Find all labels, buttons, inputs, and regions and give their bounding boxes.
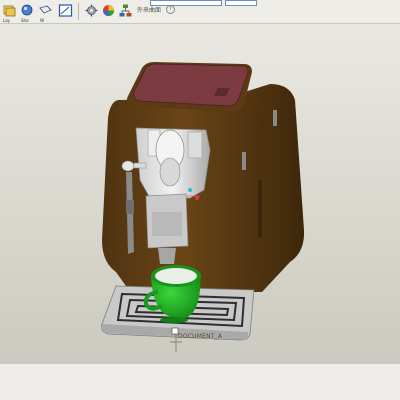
palette-button[interactable] — [101, 3, 116, 18]
shade-icon — [21, 4, 33, 16]
column-detail-right — [187, 131, 203, 159]
palette-icon — [103, 5, 114, 16]
settings-button[interactable] — [84, 3, 99, 18]
settings-icon — [85, 4, 98, 17]
side-vent — [273, 110, 277, 126]
brew-head-lower — [159, 157, 181, 187]
wand-sleeve — [126, 200, 134, 214]
nozzle — [158, 248, 176, 264]
spout-face — [152, 212, 182, 236]
shade-button[interactable]: Sha — [20, 3, 35, 23]
coffee-machine-model[interactable] — [0, 24, 400, 364]
status-area — [0, 364, 400, 400]
layer-button[interactable]: Lay — [2, 3, 17, 23]
view-button[interactable] — [58, 3, 73, 18]
layer-button-label: Lay — [3, 18, 11, 23]
datum-label: DOCUMENT_A — [178, 333, 223, 340]
toolbar-overflow-strip-2 — [225, 0, 257, 6]
front-vent — [242, 152, 246, 170]
lid[interactable] — [133, 63, 249, 107]
tree-button[interactable] — [118, 3, 133, 18]
shade-button-label: Sha — [21, 18, 29, 23]
wire-button-label: W — [40, 18, 44, 23]
wire-button[interactable]: W — [38, 3, 53, 23]
toolbar-separator — [78, 3, 79, 20]
wire-icon — [39, 5, 52, 14]
toolbar: Lay Sha W 外来曲面 ? — [0, 0, 400, 24]
view-icon — [58, 4, 73, 17]
steam-knob[interactable] — [121, 160, 135, 172]
help-icon[interactable]: ? — [166, 5, 175, 14]
tree-icon — [119, 4, 132, 17]
layer-icon — [3, 5, 16, 17]
steam-arm — [133, 162, 147, 169]
appearance-label[interactable]: 外来曲面 — [137, 5, 161, 14]
side-groove — [258, 180, 262, 238]
